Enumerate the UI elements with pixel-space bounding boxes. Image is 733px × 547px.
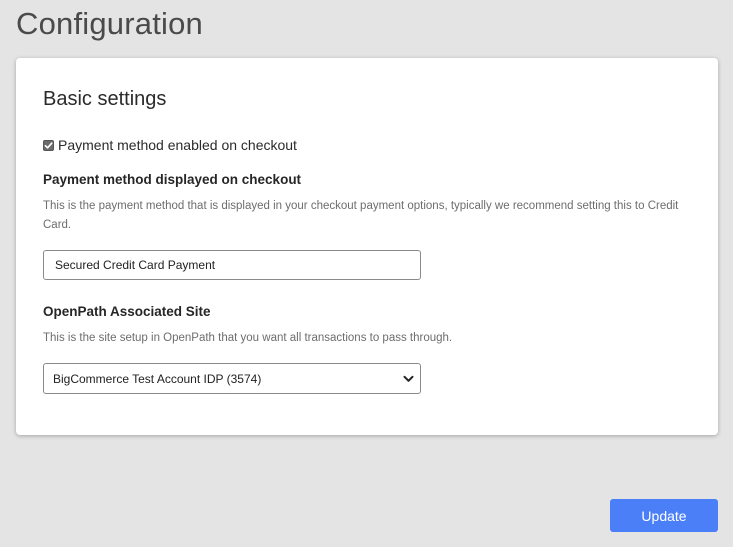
- update-button[interactable]: Update: [610, 499, 718, 532]
- associated-site-help: This is the site setup in OpenPath that …: [43, 332, 453, 344]
- associated-site-label: OpenPath Associated Site: [43, 304, 211, 319]
- display-name-input[interactable]: [43, 250, 421, 280]
- payment-enabled-label: Payment method enabled on checkout: [58, 137, 297, 153]
- payment-enabled-checkbox[interactable]: [43, 139, 54, 151]
- page-title: Configuration: [16, 6, 203, 41]
- associated-site-selected: BigCommerce Test Account IDP (3574): [53, 371, 262, 386]
- chevron-down-icon: [403, 375, 414, 383]
- payment-enabled-checkbox-row[interactable]: Payment method enabled on checkout: [43, 137, 297, 153]
- associated-site-select[interactable]: BigCommerce Test Account IDP (3574): [43, 363, 421, 394]
- display-name-help: This is the payment method that is displ…: [43, 200, 679, 231]
- check-icon: [44, 141, 53, 149]
- section-title: Basic settings: [43, 88, 167, 110]
- display-name-label: Payment method displayed on checkout: [43, 172, 302, 187]
- basic-settings-card: Basic settings Payment method enabled on…: [16, 58, 718, 435]
